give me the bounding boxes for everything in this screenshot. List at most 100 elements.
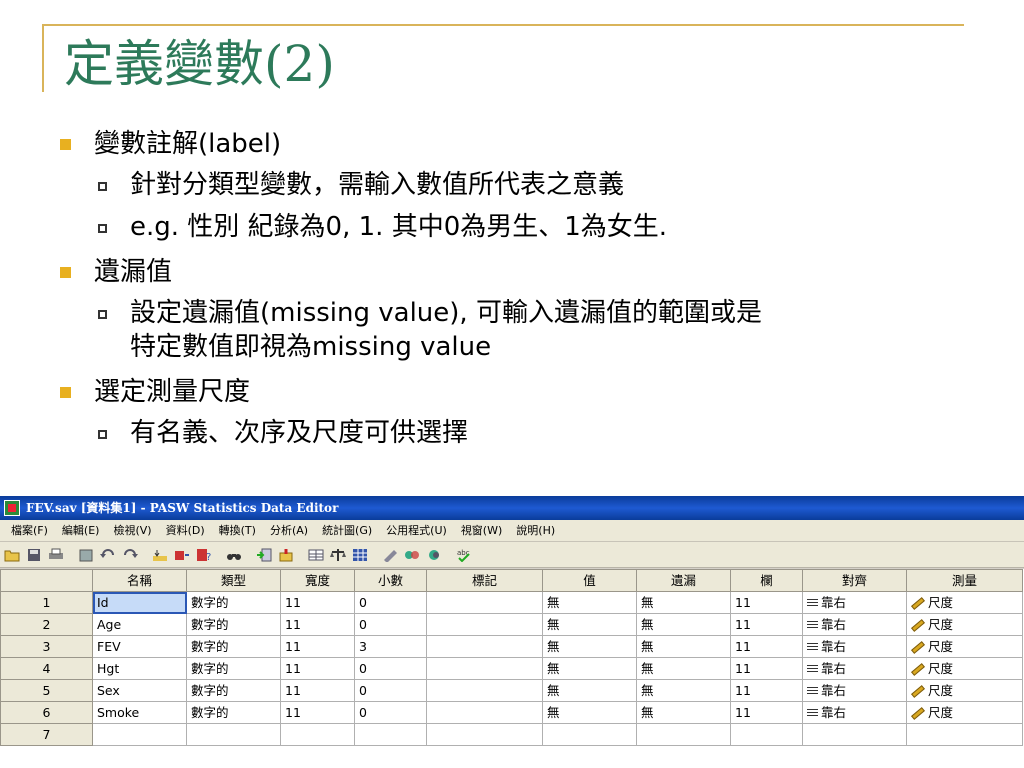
cell-name[interactable]: Age bbox=[92, 613, 187, 636]
menu-transform[interactable]: 轉換(T) bbox=[212, 520, 263, 542]
cell-name[interactable]: FEV bbox=[92, 635, 187, 658]
col-header-name[interactable]: 名稱 bbox=[92, 569, 187, 592]
cell-decimals[interactable]: 0 bbox=[354, 613, 427, 636]
cell-columns[interactable] bbox=[730, 723, 803, 746]
cell-values[interactable]: 無 bbox=[542, 657, 637, 680]
col-header-width[interactable]: 寬度 bbox=[280, 569, 355, 592]
cell-align[interactable]: 靠右 bbox=[802, 701, 907, 724]
cell-type[interactable]: 數字的 bbox=[186, 635, 281, 658]
cell-decimals[interactable]: 0 bbox=[354, 591, 427, 614]
spell-check-icon[interactable]: abc bbox=[454, 545, 474, 565]
cell-name[interactable]: Sex bbox=[92, 679, 187, 702]
cell-type[interactable] bbox=[186, 723, 281, 746]
row-number[interactable]: 4 bbox=[0, 657, 93, 680]
cell-missing[interactable]: 無 bbox=[636, 679, 731, 702]
cell-missing[interactable]: 無 bbox=[636, 635, 731, 658]
value-labels-icon[interactable] bbox=[380, 545, 400, 565]
col-header-measure[interactable]: 測量 bbox=[906, 569, 1023, 592]
cell-missing[interactable]: 無 bbox=[636, 591, 731, 614]
cell-width[interactable]: 11 bbox=[280, 635, 355, 658]
cell-missing[interactable]: 無 bbox=[636, 613, 731, 636]
menu-help[interactable]: 說明(H) bbox=[509, 520, 562, 542]
cell-decimals[interactable]: 0 bbox=[354, 679, 427, 702]
open-icon[interactable] bbox=[2, 545, 22, 565]
row-number[interactable]: 1 bbox=[0, 591, 93, 614]
cell-values[interactable] bbox=[542, 723, 637, 746]
split-file-icon[interactable] bbox=[306, 545, 326, 565]
col-header-values[interactable]: 值 bbox=[542, 569, 637, 592]
col-header-decimals[interactable]: 小數 bbox=[354, 569, 427, 592]
cell-values[interactable]: 無 bbox=[542, 591, 637, 614]
cell-decimals[interactable] bbox=[354, 723, 427, 746]
cell-type[interactable]: 數字的 bbox=[186, 591, 281, 614]
cell-name[interactable]: Smoke bbox=[92, 701, 187, 724]
cell-width[interactable]: 11 bbox=[280, 679, 355, 702]
cell-columns[interactable]: 11 bbox=[730, 635, 803, 658]
cell-missing[interactable]: 無 bbox=[636, 701, 731, 724]
cell-missing[interactable] bbox=[636, 723, 731, 746]
col-header-align[interactable]: 對齊 bbox=[802, 569, 907, 592]
menu-edit[interactable]: 編輯(E) bbox=[55, 520, 107, 542]
cell-values[interactable]: 無 bbox=[542, 701, 637, 724]
cell-width[interactable]: 11 bbox=[280, 591, 355, 614]
menu-data[interactable]: 資料(D) bbox=[159, 520, 212, 542]
cell-name[interactable]: Hgt bbox=[92, 657, 187, 680]
menu-graphs[interactable]: 統計圖(G) bbox=[315, 520, 379, 542]
cell-columns[interactable]: 11 bbox=[730, 679, 803, 702]
cell-label[interactable] bbox=[426, 635, 543, 658]
cell-align[interactable] bbox=[802, 723, 907, 746]
cell-align[interactable]: 靠右 bbox=[802, 591, 907, 614]
menu-view[interactable]: 檢視(V) bbox=[106, 520, 158, 542]
cell-type[interactable]: 數字的 bbox=[186, 701, 281, 724]
col-header-label[interactable]: 標記 bbox=[426, 569, 543, 592]
cell-measure[interactable]: 尺度 bbox=[906, 613, 1023, 636]
cell-align[interactable]: 靠右 bbox=[802, 679, 907, 702]
goto-case-icon[interactable] bbox=[150, 545, 170, 565]
cell-type[interactable]: 數字的 bbox=[186, 613, 281, 636]
corner-cell[interactable] bbox=[0, 569, 93, 592]
cell-align[interactable]: 靠右 bbox=[802, 657, 907, 680]
show-all-icon[interactable] bbox=[424, 545, 444, 565]
insert-variable-icon[interactable] bbox=[276, 545, 296, 565]
cell-label[interactable] bbox=[426, 657, 543, 680]
menu-utilities[interactable]: 公用程式(U) bbox=[379, 520, 454, 542]
print-icon[interactable] bbox=[46, 545, 66, 565]
cell-width[interactable]: 11 bbox=[280, 613, 355, 636]
cell-width[interactable]: 11 bbox=[280, 657, 355, 680]
menu-analyze[interactable]: 分析(A) bbox=[263, 520, 315, 542]
cell-values[interactable]: 無 bbox=[542, 613, 637, 636]
row-number[interactable]: 5 bbox=[0, 679, 93, 702]
cell-missing[interactable]: 無 bbox=[636, 657, 731, 680]
cell-label[interactable] bbox=[426, 701, 543, 724]
cell-measure[interactable]: 尺度 bbox=[906, 701, 1023, 724]
row-number[interactable]: 3 bbox=[0, 635, 93, 658]
window-titlebar[interactable]: FEV.sav [資料集1] - PASW Statistics Data Ed… bbox=[0, 496, 1024, 520]
cell-measure[interactable]: 尺度 bbox=[906, 591, 1023, 614]
menu-window[interactable]: 視窗(W) bbox=[454, 520, 509, 542]
cell-name[interactable]: Id bbox=[92, 591, 187, 614]
cell-type[interactable]: 數字的 bbox=[186, 679, 281, 702]
variables-icon[interactable]: ? bbox=[194, 545, 214, 565]
cell-width[interactable] bbox=[280, 723, 355, 746]
row-number[interactable]: 7 bbox=[0, 723, 93, 746]
cell-decimals[interactable]: 0 bbox=[354, 701, 427, 724]
menu-file[interactable]: 檔案(F) bbox=[4, 520, 55, 542]
cell-values[interactable]: 無 bbox=[542, 635, 637, 658]
cell-type[interactable]: 數字的 bbox=[186, 657, 281, 680]
cell-measure[interactable]: 尺度 bbox=[906, 635, 1023, 658]
goto-variable-icon[interactable] bbox=[172, 545, 192, 565]
cell-decimals[interactable]: 3 bbox=[354, 635, 427, 658]
dialog-recall-icon[interactable] bbox=[76, 545, 96, 565]
cell-name[interactable] bbox=[92, 723, 187, 746]
cell-align[interactable]: 靠右 bbox=[802, 635, 907, 658]
col-header-columns[interactable]: 欄 bbox=[730, 569, 803, 592]
row-number[interactable]: 2 bbox=[0, 613, 93, 636]
cell-label[interactable] bbox=[426, 613, 543, 636]
weight-cases-icon[interactable] bbox=[328, 545, 348, 565]
col-header-missing[interactable]: 遺漏 bbox=[636, 569, 731, 592]
find-icon[interactable] bbox=[224, 545, 244, 565]
cell-label[interactable] bbox=[426, 679, 543, 702]
cell-values[interactable]: 無 bbox=[542, 679, 637, 702]
insert-cases-icon[interactable] bbox=[254, 545, 274, 565]
cell-measure[interactable]: 尺度 bbox=[906, 657, 1023, 680]
